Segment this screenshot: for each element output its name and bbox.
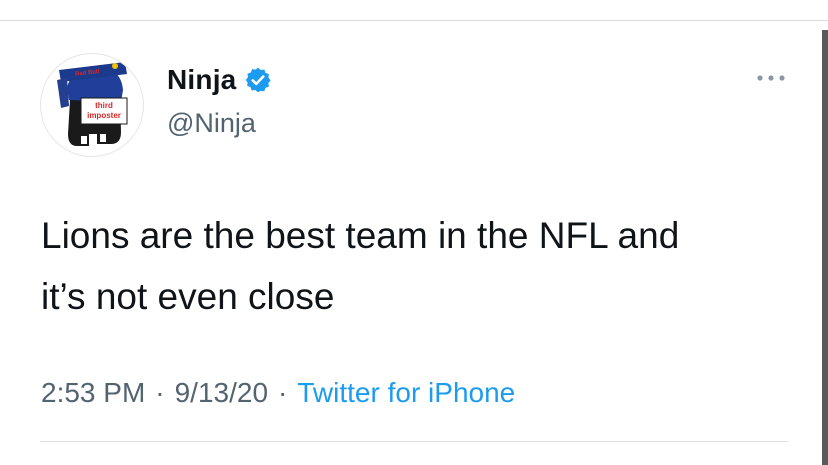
author-handle[interactable]: @Ninja	[167, 108, 256, 139]
more-options-icon[interactable]	[756, 70, 786, 86]
bottom-divider	[40, 441, 788, 442]
meta-separator: ·	[155, 377, 165, 408]
tweet-screenshot: Red Bull third imposter Ninja @Ninja Lio…	[0, 0, 828, 465]
meta-separator: ·	[278, 377, 288, 408]
top-divider	[0, 20, 828, 21]
tweet-time[interactable]: 2:53 PM	[41, 377, 145, 409]
screen-edge	[822, 30, 828, 465]
avatar-image: Red Bull third imposter	[57, 62, 128, 146]
tweet-date[interactable]: 9/13/20	[175, 377, 268, 409]
svg-text:third: third	[95, 101, 113, 110]
svg-text:imposter: imposter	[87, 111, 121, 120]
verified-badge-icon	[244, 66, 272, 94]
author-name-row[interactable]: Ninja	[167, 63, 272, 97]
tweet-source-link[interactable]: Twitter for iPhone	[297, 377, 515, 409]
author-display-name[interactable]: Ninja	[167, 64, 236, 96]
tweet-text: Lions are the best team in the NFL and i…	[41, 215, 680, 317]
avatar[interactable]: Red Bull third imposter	[40, 53, 144, 157]
tweet-meta: 2:53 PM · 9/13/20 · Twitter for iPhone	[41, 377, 515, 409]
